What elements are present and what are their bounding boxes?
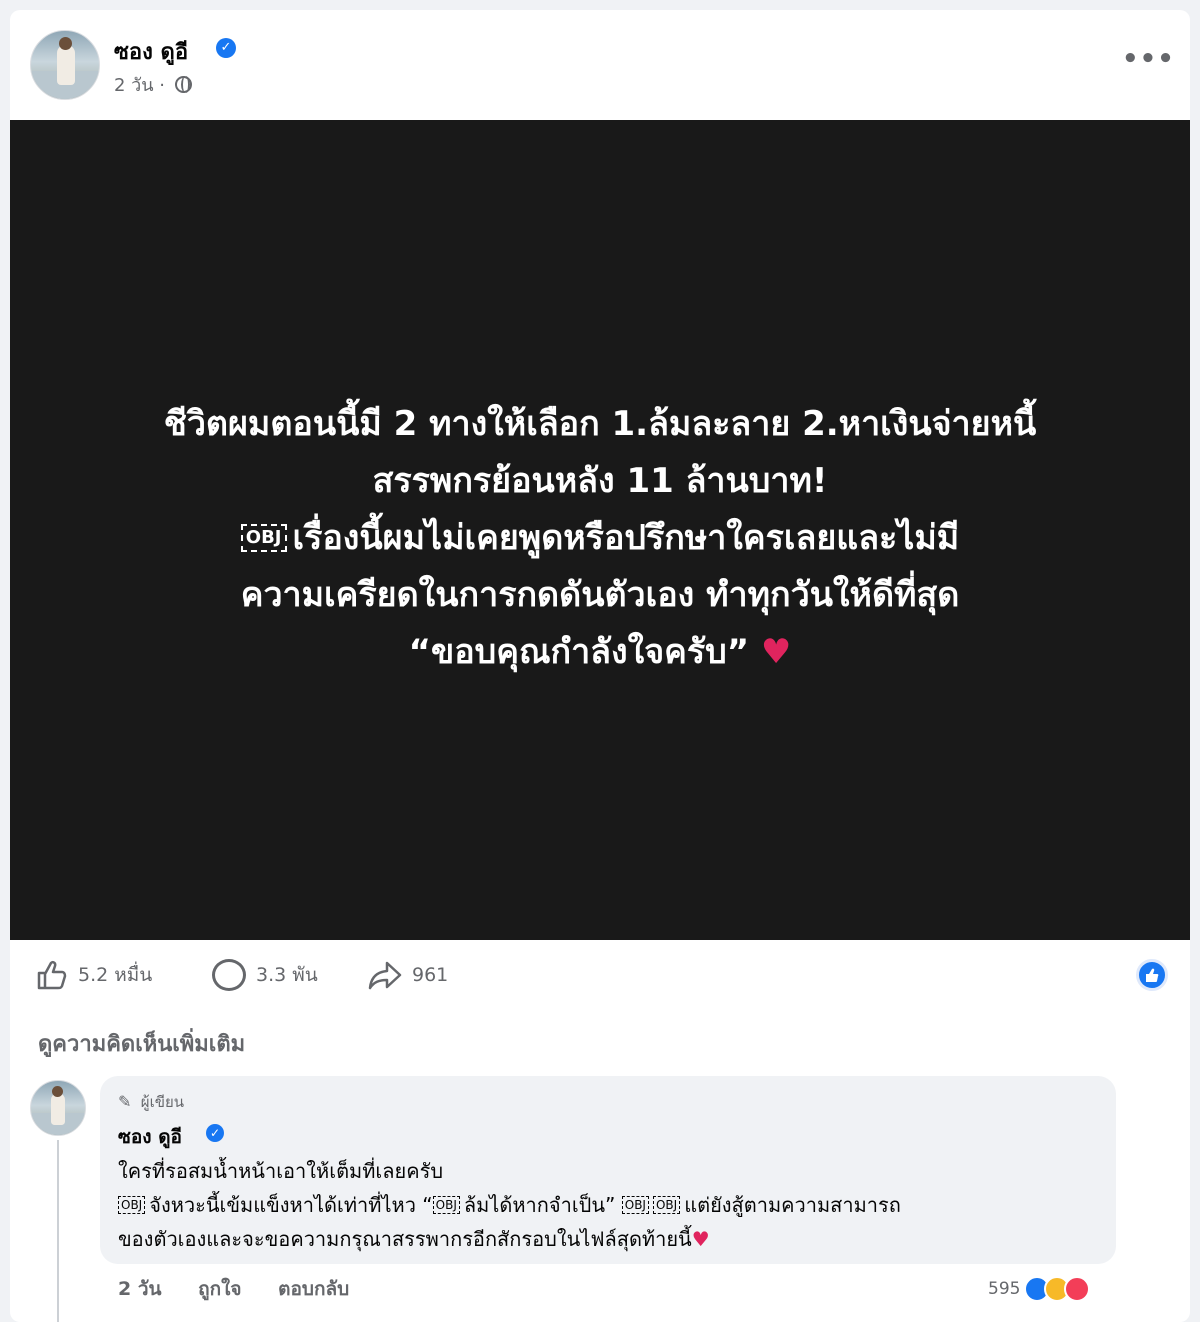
thumbs-up-icon — [37, 960, 67, 990]
author-avatar[interactable] — [30, 30, 100, 100]
comment-bubble: ✎ ผู้เขียน ซอง ดูอี ✓ ใครที่รอสมน้ำหน้าเ… — [100, 1076, 1116, 1264]
comment-author-text[interactable]: ซอง ดูอี — [118, 1126, 182, 1148]
comment-author-name[interactable]: ซอง ดูอี — [118, 1122, 182, 1152]
verified-badge-icon: ✓ — [216, 38, 236, 58]
comment-line-part: ของตัวเองและจะขอความกรุณาสรรพากรอีกสักรอ… — [118, 1227, 692, 1251]
comment-count: 3.3 พัน — [256, 964, 318, 986]
like-reaction-icon[interactable] — [1136, 959, 1168, 991]
comment-line-part: แต่ยังสู้ตามความสามารถ — [684, 1193, 901, 1217]
object-placeholder-icon: OBJ — [621, 1196, 649, 1214]
comment-line-part: ล้มได้หากจำเป็น” — [463, 1193, 616, 1217]
object-placeholder-icon: OBJ — [118, 1196, 146, 1214]
image-text-line: ชีวิตผมตอนนี้มี 2 ทางให้เลือก 1.ล้มละลาย… — [163, 404, 1037, 444]
author-name-text[interactable]: ซอง ดูอี — [114, 40, 188, 65]
post-image[interactable]: ชีวิตผมตอนนี้มี 2 ทางให้เลือก 1.ล้มละลาย… — [10, 120, 1190, 940]
author-name[interactable]: ซอง ดูอี — [114, 34, 188, 69]
author-badge-label: ผู้เขียน — [140, 1093, 184, 1111]
comment-reaction-count: 595 — [988, 1279, 1021, 1299]
post-header: ซอง ดูอี ✓ 2 วัน · ••• — [10, 10, 1190, 120]
commenter-avatar[interactable] — [30, 1080, 86, 1136]
share-button[interactable]: 961 — [368, 957, 448, 993]
post-card: ซอง ดูอี ✓ 2 วัน · ••• ชีวิตผมตอนนี้มี 2… — [10, 10, 1190, 1322]
like-button[interactable]: 5.2 หมื่น — [36, 957, 152, 993]
object-placeholder-icon: OBJ — [240, 524, 287, 552]
comment-like-button[interactable]: ถูกใจ — [198, 1278, 241, 1300]
image-text-line-part: เรื่องนี้ผมไม่เคยพูดหรือปรึกษาใครเลยและไ… — [292, 518, 960, 558]
more-options-button[interactable]: ••• — [1122, 44, 1175, 74]
globe-icon — [174, 76, 192, 93]
reply-thread-line — [57, 1140, 59, 1322]
comment-text: ใครที่รอสมน้ำหน้าเอาให้เต็มที่เลยครับ OB… — [118, 1154, 1098, 1256]
thumbs-up-icon — [1146, 968, 1159, 982]
comment-line: ใครที่รอสมน้ำหน้าเอาให้เต็มที่เลยครับ — [118, 1159, 444, 1183]
image-text-line: OBJ เรื่องนี้ผมไม่เคยพูดหรือปรึกษาใครเลยแ… — [50, 510, 1150, 567]
object-placeholder-icon: OBJ — [652, 1196, 681, 1214]
comment-time[interactable]: 2 วัน — [118, 1278, 162, 1300]
post-time[interactable]: 2 วัน · — [114, 75, 165, 96]
comment-icon — [212, 959, 246, 991]
image-text-line: “ขอบคุณกำลังใจครับ” ♥ — [50, 624, 1150, 681]
comment-reactions[interactable]: 595 — [988, 1272, 1091, 1306]
love-reaction-icon — [1064, 1276, 1091, 1302]
comment-line-part: จังหวะนี้เข้มแข็งหาได้เท่าที่ไหว “ — [149, 1193, 433, 1217]
pencil-icon: ✎ — [118, 1092, 132, 1111]
post-meta: 2 วัน · — [114, 70, 192, 99]
heart-emoji-icon: ♥ — [691, 1227, 710, 1251]
image-text-line: ความเครียดในการกดดันตัวเอง ทำทุกวันให้ดี… — [240, 575, 960, 615]
like-count: 5.2 หมื่น — [78, 964, 153, 986]
comment-reply-button[interactable]: ตอบกลับ — [278, 1278, 349, 1300]
image-text-line: สรรพกรย้อนหลัง 11 ล้านบาท! — [372, 461, 828, 501]
comment-line: OBJ จังหวะนี้เข้มแข็งหาได้เท่าที่ไหว “OBJ… — [118, 1188, 1098, 1222]
share-icon — [368, 961, 402, 990]
post-actions-bar: 5.2 หมื่น 3.3 พัน 961 — [10, 945, 1190, 1005]
comment-button[interactable]: 3.3 พัน — [212, 957, 318, 993]
author-badge: ✎ ผู้เขียน — [118, 1090, 184, 1114]
image-text: ชีวิตผมตอนนี้มี 2 ทางให้เลือก 1.ล้มละลาย… — [50, 396, 1150, 681]
heart-emoji-icon: ♥ — [760, 632, 792, 672]
share-count: 961 — [412, 964, 449, 986]
verified-badge-icon: ✓ — [206, 1124, 224, 1142]
view-more-comments-link[interactable]: ดูความคิดเห็นเพิ่มเติม — [38, 1026, 245, 1061]
comment-line: ของตัวเองและจะขอความกรุณาสรรพากรอีกสักรอ… — [118, 1222, 1098, 1256]
comment-actions: 2 วัน ถูกใจ ตอบกลับ — [118, 1274, 379, 1304]
object-placeholder-icon: OBJ — [432, 1196, 460, 1214]
image-text-line-part: “ขอบคุณกำลังใจครับ” — [408, 632, 750, 672]
